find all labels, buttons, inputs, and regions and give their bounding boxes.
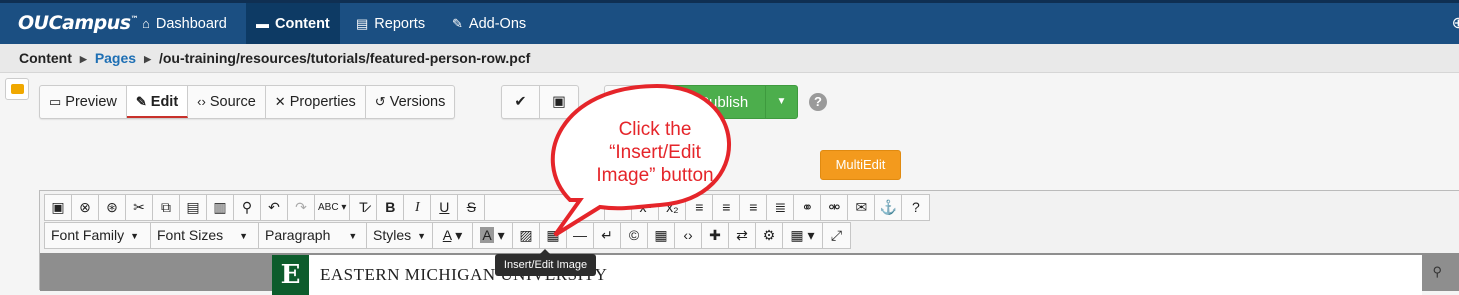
find-replace-icon[interactable]: ⚲ — [234, 195, 261, 220]
strikethrough-icon[interactable]: S — [458, 195, 486, 220]
bold-icon[interactable]: B — [377, 195, 405, 220]
search-icon[interactable]: ⚲ — [1432, 264, 1442, 280]
properties-label: Properties — [289, 94, 356, 110]
monitor-icon: ▭ — [49, 94, 62, 109]
editor-content-area[interactable]: E EASTERN MICHIGAN UNIVERSITY ⚲ — [40, 253, 1459, 295]
code-icon: ‹› — [197, 94, 206, 109]
spellcheck-lifesaver-icon[interactable]: ⊛ — [99, 195, 126, 220]
properties-button[interactable]: ✕ Properties — [266, 86, 366, 118]
underline-icon[interactable]: U — [431, 195, 459, 220]
font-sizes-label: Font Sizes — [157, 227, 224, 243]
caret-down-icon: ▼ — [348, 231, 358, 241]
cancel-icon[interactable]: ⊗ — [72, 195, 99, 220]
help-icon[interactable]: ? — [809, 93, 827, 111]
nav-reports-label: Reports — [374, 16, 426, 32]
preview-label: Preview — [65, 94, 117, 110]
redo-icon[interactable]: ↷ — [288, 195, 315, 220]
align-justify-icon[interactable]: ≣ — [767, 195, 795, 220]
check-in-button[interactable]: ✔ — [502, 86, 540, 118]
callout-text: Click the “Insert/Edit Image” button — [596, 119, 714, 186]
nav-reports[interactable]: ▤ Reports — [346, 3, 435, 44]
clear-format-icon[interactable]: T̷ — [350, 195, 378, 220]
spellcheck-icon[interactable]: ABC ▾ — [315, 195, 351, 220]
unlink-icon[interactable]: ⚮ — [821, 195, 849, 220]
help-circle-icon[interactable]: ? — [902, 195, 929, 220]
breadcrumb-content[interactable]: Content — [19, 50, 72, 66]
source-label: Source — [209, 94, 256, 110]
table-icon[interactable]: ▦ ▾ — [783, 223, 823, 248]
view-mode-group: ▭ Preview ✎ Edit ‹› Source ✕ Properties ↺ Ver… — [39, 85, 456, 119]
edit-label: Edit — [150, 94, 179, 110]
report-icon: ▤ — [356, 16, 369, 31]
top-navbar: OUCampus™ ⌂ Dashboard ▬ Content ▤ Reports ✎… — [0, 0, 1459, 44]
nav-content[interactable]: ▬ Content — [246, 3, 340, 44]
nav-addons[interactable]: ✎ Add-Ons — [442, 3, 536, 44]
logo-text: OUCampus — [18, 12, 131, 34]
paragraph-label: Paragraph — [265, 227, 331, 243]
paragraph-select[interactable]: Paragraph ▼ — [259, 223, 367, 248]
styles-select[interactable]: Styles ▼ — [367, 223, 433, 248]
image-icon[interactable]: ▨ — [513, 223, 540, 248]
save-icon[interactable]: ▣ — [45, 195, 72, 220]
cut-icon[interactable]: ✂ — [126, 195, 153, 220]
caret-down-icon: ▼ — [239, 231, 249, 241]
wrench-icon: ✕ — [274, 94, 286, 109]
preview-button[interactable]: ▭ Preview — [40, 86, 127, 118]
home-icon: ⌂ — [142, 16, 150, 31]
file-browser-button[interactable] — [5, 78, 29, 100]
chevron-right-icon: ▶ — [79, 54, 87, 64]
nav-addons-label: Add-Ons — [468, 16, 527, 32]
breadcrumb: Content ▶ Pages ▶ /ou-training/resources/tut… — [0, 44, 1459, 73]
nav-dashboard[interactable]: ⌂ Dashboard — [132, 3, 237, 44]
undo-icon[interactable]: ↶ — [261, 195, 288, 220]
breadcrumb-pages[interactable]: Pages — [95, 50, 136, 66]
nav-content-label: Content — [275, 16, 330, 32]
check-icon: ✔ — [514, 94, 527, 110]
fullscreen-icon[interactable]: ⤢ — [823, 223, 850, 248]
multiedit-button[interactable]: MultiEdit — [820, 150, 901, 180]
toolbar-row-1: ▣ ⊗ ⊛ ✂ ⧉ ▤ ▥ ⚲ ↶ ↷ ABC ▾ T̷ B I U S “ x… — [44, 194, 931, 221]
link-icon[interactable]: ⚭ — [794, 195, 822, 220]
chevron-right-icon: ▶ — [144, 54, 151, 64]
styles-label: Styles — [373, 227, 412, 243]
anchor-icon[interactable]: ⚓ — [875, 195, 903, 220]
versions-label: Versions — [389, 94, 446, 110]
emu-header: E EASTERN MICHIGAN UNIVERSITY — [272, 255, 1422, 295]
versions-button[interactable]: ↺ Versions — [366, 86, 455, 118]
source-button[interactable]: ‹› Source — [188, 86, 266, 118]
folder-icon: ▬ — [256, 16, 269, 31]
paste-text-icon[interactable]: ▥ — [207, 195, 234, 220]
edit-button[interactable]: ✎ Edit — [126, 86, 189, 118]
ou-campus-logo[interactable]: OUCampus™ — [18, 12, 139, 34]
plug-icon: ✎ — [452, 16, 463, 31]
globe-icon[interactable]: ⊕ — [1452, 13, 1459, 33]
caret-down-icon: ▼ — [130, 231, 140, 241]
italic-icon[interactable]: I — [404, 195, 432, 220]
paste-icon[interactable]: ▤ — [180, 195, 207, 220]
text-color-icon[interactable]: A ▾ — [433, 223, 473, 248]
email-icon[interactable]: ✉ — [848, 195, 876, 220]
breadcrumb-path: /ou-training/resources/tutorials/feature… — [158, 50, 531, 66]
history-icon: ↺ — [374, 94, 386, 109]
emu-logo: E — [272, 255, 309, 295]
background-color-icon[interactable]: A ▾ — [473, 223, 513, 248]
insert-image-tooltip: Insert/Edit Image — [495, 249, 596, 276]
font-family-label: Font Family — [51, 227, 125, 243]
folder-icon — [11, 84, 24, 94]
nav-dashboard-label: Dashboard — [155, 16, 227, 32]
caret-down-icon: ▼ — [417, 231, 427, 241]
font-sizes-select[interactable]: Font Sizes ▼ — [151, 223, 259, 248]
pencil-icon: ✎ — [135, 94, 147, 109]
copy-icon[interactable]: ⧉ — [153, 195, 180, 220]
font-family-select[interactable]: Font Family ▼ — [45, 223, 151, 248]
